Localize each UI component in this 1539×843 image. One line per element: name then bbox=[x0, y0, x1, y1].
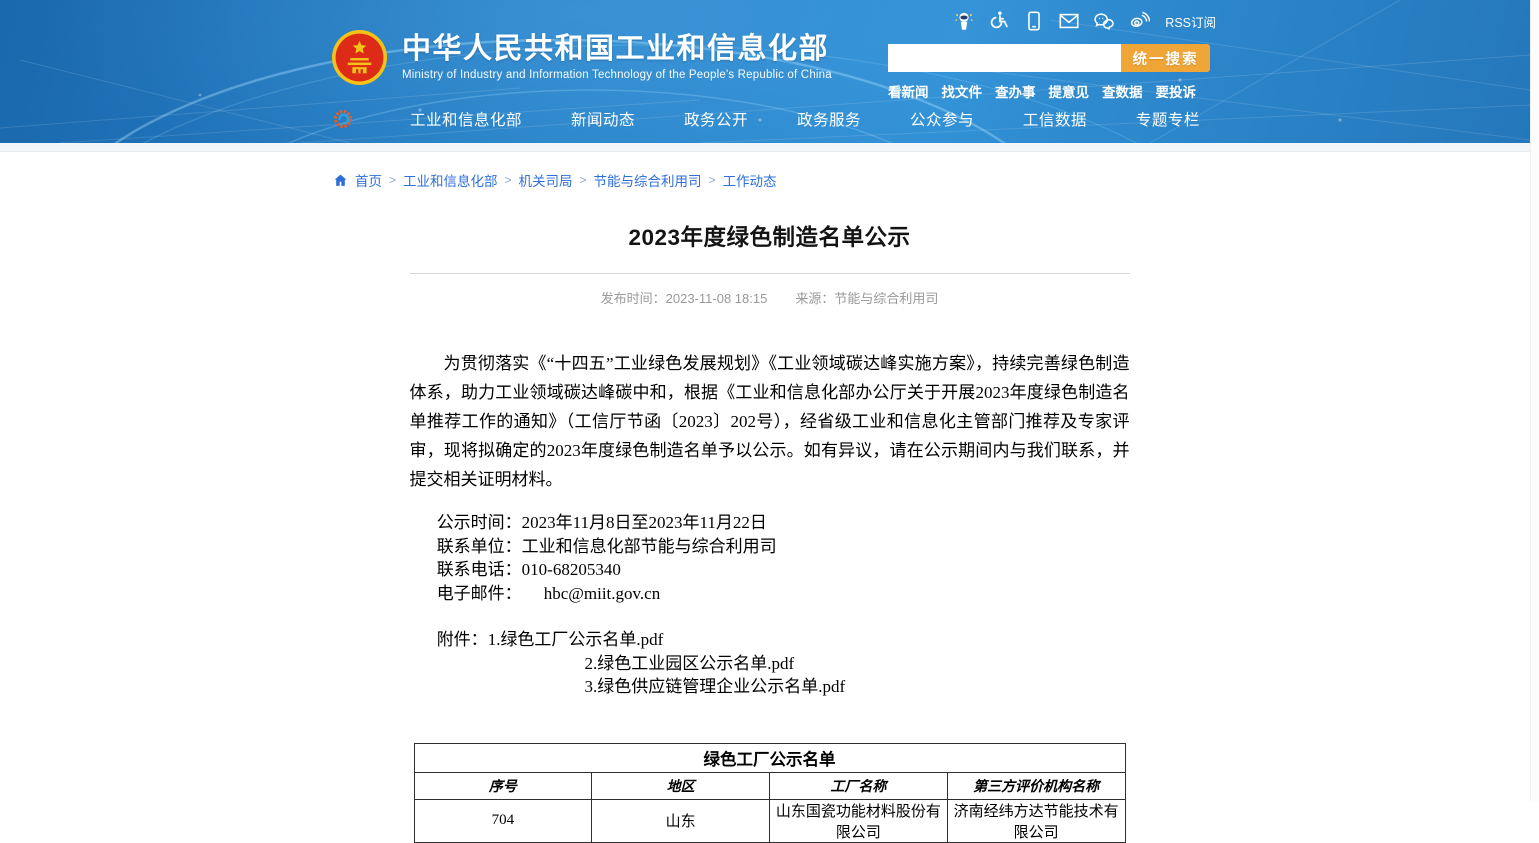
attachment-link-green-factory[interactable]: 1.绿色工厂公示名单.pdf bbox=[488, 630, 664, 649]
article-title: 2023年度绿色制造名单公示 bbox=[410, 220, 1130, 252]
contact-phone-line: 联系电话：010-68205340 bbox=[410, 558, 1130, 582]
site-title: 中华人民共和国工业和信息化部 bbox=[402, 34, 832, 66]
quick-link-news[interactable]: 看新闻 bbox=[888, 81, 929, 101]
table-title: 绿色工厂公示名单 bbox=[414, 743, 1125, 772]
nav-items: 工业和信息化部 新闻动态 政务公开 政务服务 公众参与 工信数据 专题专栏 bbox=[410, 108, 1200, 130]
header-bottom-strip bbox=[0, 143, 1539, 152]
quick-link-data[interactable]: 查数据 bbox=[1102, 81, 1143, 101]
quick-link-files[interactable]: 找文件 bbox=[942, 81, 983, 101]
quick-links: 看新闻 找文件 查办事 提意见 查数据 要投诉 bbox=[888, 81, 1216, 101]
article-meta: 发布时间：2023-11-08 18:15 来源：节能与综合利用司 bbox=[410, 288, 1130, 307]
rss-subscribe-link[interactable]: RSS订阅 bbox=[1165, 12, 1216, 31]
breadcrumb-item-ministry[interactable]: 工业和信息化部 bbox=[403, 170, 498, 190]
table-header-row: 序号 地区 工厂名称 第三方评价机构名称 bbox=[414, 772, 1125, 799]
attachment-line-1: 附件：1.绿色工厂公示名单.pdf bbox=[410, 628, 1130, 652]
mail-icon[interactable] bbox=[1058, 10, 1080, 32]
breadcrumb-separator: > bbox=[580, 173, 587, 187]
email-label: 电子邮件： bbox=[437, 584, 522, 603]
attachments-label: 附件： bbox=[437, 630, 488, 649]
title-divider bbox=[410, 273, 1130, 274]
site-header: 中华人民共和国工业和信息化部 Ministry of Industry and … bbox=[0, 0, 1530, 143]
brand: 中华人民共和国工业和信息化部 Ministry of Industry and … bbox=[331, 29, 832, 86]
publish-time: 2023-11-08 18:15 bbox=[666, 291, 768, 306]
breadcrumb-home[interactable]: 首页 bbox=[355, 170, 382, 190]
header-controls: RSS订阅 统一搜索 看新闻 找文件 查办事 提意见 查数据 要投诉 bbox=[888, 9, 1216, 101]
publicity-period-line: 公示时间：2023年11月8日至2023年11月22日 bbox=[410, 511, 1130, 535]
header-index: 序号 bbox=[414, 772, 592, 799]
article-paragraph: 为贯彻落实《“十四五”工业绿色发展规划》《工业领域碳达峰实施方案》，持续完善绿色… bbox=[410, 349, 1130, 494]
green-factory-table: 绿色工厂公示名单 序号 地区 工厂名称 第三方评价机构名称 704 山东 山东国… bbox=[414, 743, 1126, 843]
attachment-line-3: 3.绿色供应链管理企业公示名单.pdf bbox=[410, 675, 1130, 699]
contact-unit-line: 联系单位：工业和信息化部节能与综合利用司 bbox=[410, 535, 1130, 559]
attachment-link-supply-chain[interactable]: 3.绿色供应链管理企业公示名单.pdf bbox=[585, 677, 846, 696]
utility-icon-row: RSS订阅 bbox=[888, 9, 1216, 33]
nav-item-participation[interactable]: 公众参与 bbox=[910, 108, 974, 130]
quick-link-complaint[interactable]: 要投诉 bbox=[1156, 81, 1197, 101]
national-emblem-icon bbox=[331, 29, 388, 86]
attachment-link-industrial-park[interactable]: 2.绿色工业园区公示名单.pdf bbox=[585, 654, 795, 673]
breadcrumb-separator: > bbox=[505, 173, 512, 187]
breadcrumb: 首页 > 工业和信息化部 > 机关司局 > 节能与综合利用司 > 工作动态 bbox=[333, 170, 1539, 190]
header-evaluator-name: 第三方评价机构名称 bbox=[947, 772, 1125, 799]
wechat-icon[interactable] bbox=[1093, 10, 1115, 32]
breadcrumb-separator: > bbox=[389, 173, 396, 187]
nav-item-news[interactable]: 新闻动态 bbox=[571, 108, 635, 130]
mascot-icon[interactable] bbox=[953, 10, 975, 32]
contact-block: 公示时间：2023年11月8日至2023年11月22日 联系单位：工业和信息化部… bbox=[410, 511, 1130, 605]
search-bar: 统一搜索 bbox=[888, 44, 1216, 72]
attachments-block: 附件：1.绿色工厂公示名单.pdf 2.绿色工业园区公示名单.pdf 3.绿色供… bbox=[410, 628, 1130, 699]
site-subtitle: Ministry of Industry and Information Tec… bbox=[402, 69, 832, 81]
table-title-row: 绿色工厂公示名单 bbox=[414, 743, 1125, 772]
nav-item-data[interactable]: 工信数据 bbox=[1023, 108, 1087, 130]
miit-gear-logo-icon bbox=[332, 108, 354, 130]
breadcrumb-item-work-updates[interactable]: 工作动态 bbox=[723, 170, 777, 190]
breadcrumb-item-energy-dept[interactable]: 节能与综合利用司 bbox=[594, 170, 702, 190]
nav-item-special-topics[interactable]: 专题专栏 bbox=[1136, 108, 1200, 130]
source-label: 来源： bbox=[795, 291, 834, 306]
main-nav: 工业和信息化部 新闻动态 政务公开 政务服务 公众参与 工信数据 专题专栏 bbox=[0, 101, 1530, 137]
cell-index: 704 bbox=[414, 799, 592, 842]
source-value: 节能与综合利用司 bbox=[834, 291, 938, 306]
cell-region: 山东 bbox=[592, 799, 770, 842]
nav-item-gov-services[interactable]: 政务服务 bbox=[797, 108, 861, 130]
cell-factory-name: 山东国瓷功能材料股份有限公司 bbox=[770, 799, 948, 842]
email-link[interactable]: hbc@miit.gov.cn bbox=[544, 584, 661, 603]
search-input[interactable] bbox=[888, 44, 1121, 72]
nav-item-ministry[interactable]: 工业和信息化部 bbox=[410, 108, 522, 130]
home-icon[interactable] bbox=[333, 173, 348, 188]
accessibility-icon[interactable] bbox=[988, 10, 1010, 32]
vertical-scrollbar[interactable] bbox=[1530, 0, 1539, 801]
table-row: 704 山东 山东国瓷功能材料股份有限公司 济南经纬方达节能技术有限公司 bbox=[414, 799, 1125, 842]
cell-evaluator-name: 济南经纬方达节能技术有限公司 bbox=[947, 799, 1125, 842]
quick-link-services[interactable]: 查办事 bbox=[995, 81, 1036, 101]
weibo-icon[interactable] bbox=[1128, 10, 1150, 32]
attachment-line-2: 2.绿色工业园区公示名单.pdf bbox=[410, 652, 1130, 676]
nav-item-gov-openness[interactable]: 政务公开 bbox=[684, 108, 748, 130]
search-button[interactable]: 统一搜索 bbox=[1121, 44, 1210, 72]
header-factory-name: 工厂名称 bbox=[770, 772, 948, 799]
contact-email-line: 电子邮件： hbc@miit.gov.cn bbox=[410, 582, 1130, 606]
breadcrumb-separator: > bbox=[709, 173, 716, 187]
breadcrumb-item-departments[interactable]: 机关司局 bbox=[519, 170, 573, 190]
mobile-icon[interactable] bbox=[1023, 10, 1045, 32]
publish-time-label: 发布时间： bbox=[601, 291, 666, 306]
quick-link-feedback[interactable]: 提意见 bbox=[1049, 81, 1090, 101]
header-region: 地区 bbox=[592, 772, 770, 799]
article: 2023年度绿色制造名单公示 发布时间：2023-11-08 18:15 来源：节… bbox=[410, 220, 1130, 699]
